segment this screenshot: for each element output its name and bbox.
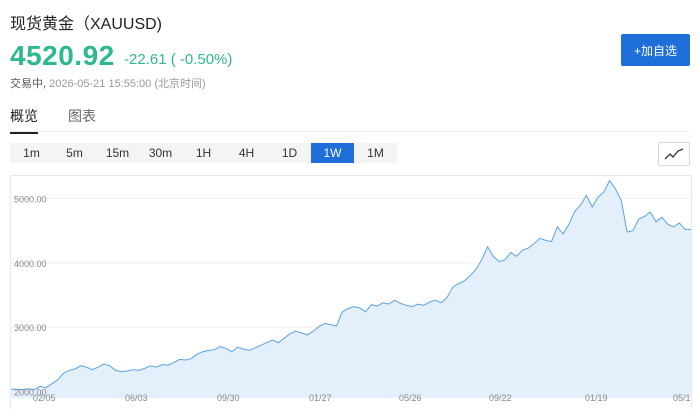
add-to-watchlist-button[interactable]: +加自选 <box>621 34 690 66</box>
y-tick-label: 5000.00 <box>14 195 47 205</box>
page-title: 现货黄金（XAUUSD) <box>10 16 163 33</box>
chart-type-button[interactable] <box>658 142 690 166</box>
period-30m[interactable]: 30m <box>139 143 182 163</box>
y-tick-label: 3000.00 <box>14 323 47 333</box>
period-4h[interactable]: 4H <box>225 143 268 163</box>
x-tick-label: 01/19 <box>585 393 608 403</box>
x-tick-label: 02/05 <box>33 393 56 403</box>
tab-overview[interactable]: 概览 <box>10 106 38 134</box>
period-1h[interactable]: 1H <box>182 143 225 163</box>
y-tick-label: 4000.00 <box>14 259 47 269</box>
current-price: 4520.92 <box>10 40 115 71</box>
tab-divider <box>10 131 690 132</box>
tab-chart[interactable]: 图表 <box>68 106 96 134</box>
price-chart-svg: 5000.004000.003000.002000.0002/05 06/03 09… <box>11 179 691 403</box>
x-tick-label: 05/26 <box>399 393 422 403</box>
period-selector: 1m 5m 15m 30m 1H 4H 1D 1W 1M <box>10 143 397 163</box>
tab-bar: 概览 图表 <box>10 106 126 134</box>
x-tick-label: 05/1 <box>673 393 691 403</box>
price-change: -22.61 ( -0.50%) <box>124 51 233 68</box>
price-chart[interactable]: 5000.00 4000.00 3000.00 2000.00 02/05 06/03 09… <box>10 175 692 409</box>
x-tick-label: 01/27 <box>309 393 332 403</box>
period-1w[interactable]: 1W <box>311 143 354 163</box>
period-15m[interactable]: 15m <box>96 143 139 163</box>
period-1d[interactable]: 1D <box>268 143 311 163</box>
timestamp: 2026-05-21 15:55:00 (北京时间) <box>49 78 206 90</box>
period-1mo[interactable]: 1M <box>354 143 397 163</box>
period-1m[interactable]: 1m <box>10 143 53 163</box>
trading-status-label: 交易中, <box>10 78 47 90</box>
line-chart-icon <box>664 148 684 160</box>
trading-status: 交易中, 2026-05-21 15:55:00 (北京时间) <box>10 75 206 91</box>
x-tick-label: 09/22 <box>489 393 512 403</box>
x-tick-label: 09/30 <box>217 393 240 403</box>
x-tick-label: 06/03 <box>125 393 148 403</box>
period-5m[interactable]: 5m <box>53 143 96 163</box>
price-area <box>11 180 691 398</box>
